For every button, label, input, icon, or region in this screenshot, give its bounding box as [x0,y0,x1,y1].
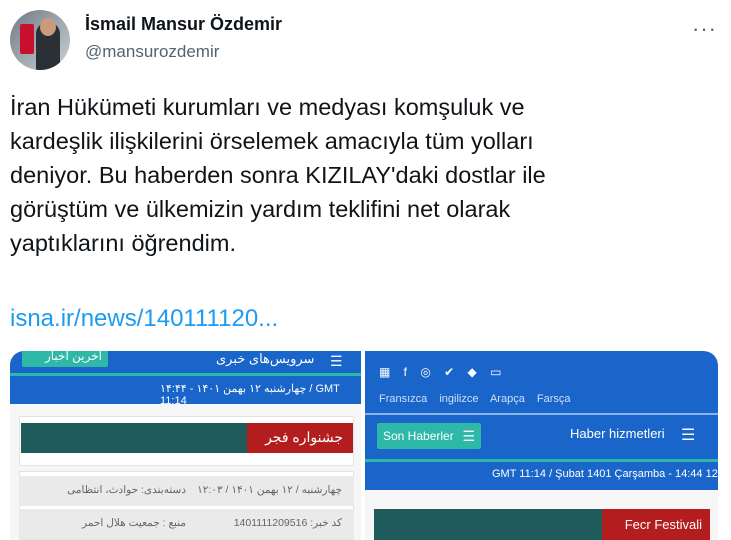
menu-icon: ☰ [462,428,475,444]
social-icons: ▦ f ◎ ✔ ◆ ▭ [379,365,507,379]
nav-accent-line [365,413,718,415]
date-line: GMT 11:14 / Şubat 1401 Çarşamba - 14:44 … [492,468,718,480]
menu-icon: ☰ [330,353,343,369]
son-haberler-tab: Son Haberler ☰ [377,423,481,449]
tweet-media[interactable]: آخرین اخبار سرویس‌های خبری ☰ چهارشنبه ۱۲… [10,351,718,540]
lang-fransizca: Fransızca [379,393,428,405]
meta-category: دسته‌بندی: حوادث، انتظامی [67,484,186,496]
meta-source: منبع : جمعیت هلال احمر [82,517,186,529]
media-image-right[interactable]: ▦ f ◎ ✔ ◆ ▭ Fransızca ingilizce Arapça F… [365,351,718,540]
person-head [40,18,56,36]
section-title-box: Fecr Festivali [602,509,710,540]
section-title: Fecr Festivali [624,517,702,532]
meta-row-1: چهارشنبه / ۱۲ بهمن ۱۴۰۱ / ۱۲:۰۳ دسته‌بند… [19,476,354,506]
haber-hizmetleri-label: Haber hizmetleri [570,426,665,441]
meta-row-2: کد خبر: 1401111209516 منبع : جمعیت هلال … [19,509,354,539]
meta-code: کد خبر: 1401111209516 [233,517,342,529]
author-handle[interactable]: @mansurozdemir [85,42,219,62]
news-services-label: سرویس‌های خبری [216,351,315,366]
site-header [365,351,718,415]
section-title: جشنواره فجر [265,429,343,445]
son-haberler-label: Son Haberler [383,429,454,443]
meta-date: چهارشنبه / ۱۲ بهمن ۱۴۰۱ / ۱۲:۰۳ [197,484,342,496]
more-dots-icon[interactable]: ··· [692,16,717,42]
flag-icon [20,24,34,54]
date-line: چهارشنبه ۱۲ بهمن ۱۴۰۱ - ۱۴:۴۴ / GMT 11:1… [160,383,340,407]
menu-icon: ☰ [681,427,696,444]
tweet-text: İran Hükümeti kurumları ve medyası komşu… [10,94,546,256]
lang-ingilizce: ingilizce [439,393,479,405]
section-title-box: جشنواره فجر [247,423,353,453]
avatar[interactable] [10,10,70,70]
lang-arapca: Arapça [489,393,525,405]
section-bar [21,423,247,453]
lang-farsca: Farsça [536,393,571,405]
author-name[interactable]: İsmail Mansur Özdemir [85,14,282,35]
media-image-left[interactable]: آخرین اخبار سرویس‌های خبری ☰ چهارشنبه ۱۲… [10,351,361,540]
language-links: Fransızca ingilizce Arapça Farsça [379,393,580,405]
latest-news-tab: آخرین اخبار [22,351,108,367]
tweet-link[interactable]: isna.ir/news/140111120... [10,305,278,333]
section-bar [374,509,602,540]
